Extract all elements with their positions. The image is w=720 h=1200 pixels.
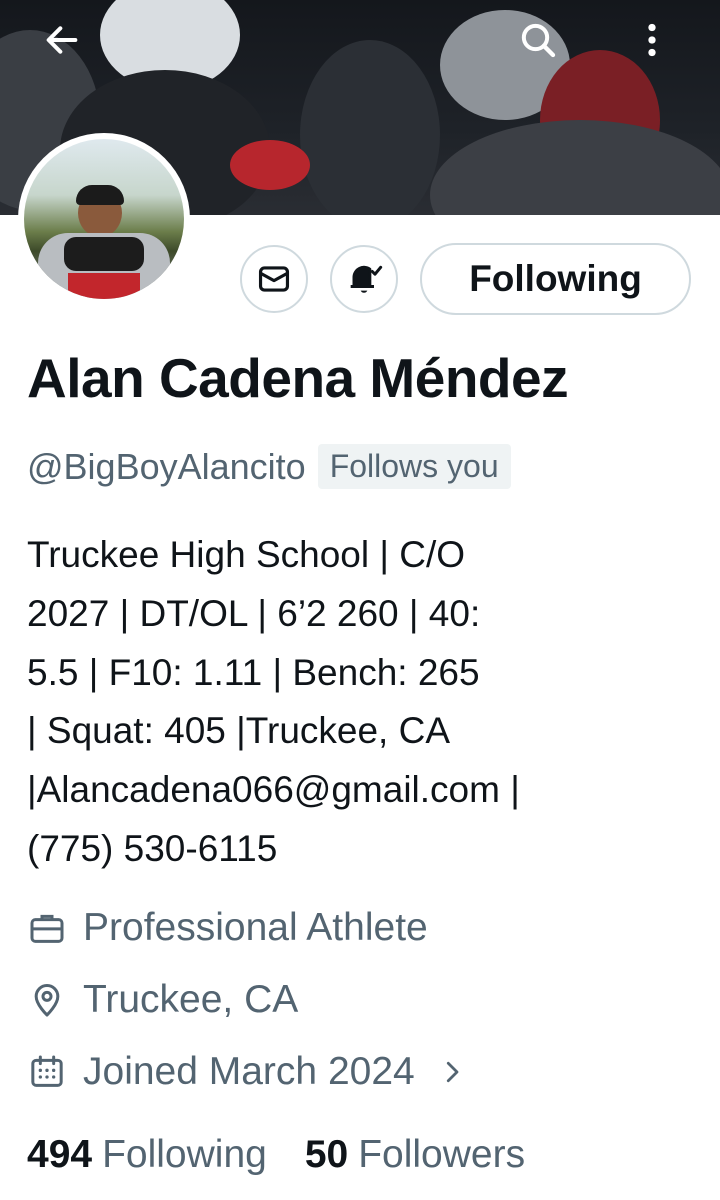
message-button[interactable] xyxy=(240,245,308,313)
back-button[interactable] xyxy=(32,10,92,70)
profession-row[interactable]: Professional Athlete xyxy=(27,906,428,950)
location-row: Truckee, CA xyxy=(27,978,298,1022)
avatar-gloves xyxy=(64,237,144,271)
envelope-icon xyxy=(258,266,290,292)
location-text: Truckee, CA xyxy=(83,978,299,1021)
search-icon xyxy=(521,23,556,58)
follows-you-badge: Follows you xyxy=(317,444,511,489)
joined-text: Joined March 2024 xyxy=(83,1050,415,1093)
joined-row[interactable]: Joined March 2024 xyxy=(27,1050,467,1094)
followers-label: Followers xyxy=(358,1133,526,1176)
avatar-hair xyxy=(76,185,124,205)
location-pin-icon xyxy=(34,984,60,1017)
bell-check-icon xyxy=(350,265,383,293)
profile-avatar[interactable] xyxy=(18,133,190,305)
avatar-photo xyxy=(24,139,184,299)
banner-coach xyxy=(300,40,440,215)
following-button[interactable]: Following xyxy=(420,243,691,315)
follow-stats: 494 Following 50 Followers xyxy=(27,1133,563,1177)
notifications-button[interactable] xyxy=(330,245,398,313)
arrow-left-icon xyxy=(46,26,78,54)
banner-shoulder xyxy=(430,120,720,215)
handle-row: @BigBoyAlancito Follows you xyxy=(27,444,511,489)
more-vertical-icon xyxy=(648,23,656,57)
search-button[interactable] xyxy=(508,10,568,70)
user-handle: @BigBoyAlancito xyxy=(27,445,306,487)
profile-bio: Truckee High School | C/O 2027 | DT/OL |… xyxy=(27,534,520,869)
chevron-right-icon xyxy=(446,1061,459,1083)
display-name: Alan Cadena Méndez xyxy=(27,347,569,409)
following-label: Following xyxy=(102,1133,267,1176)
followers-stat[interactable]: 50 Followers xyxy=(305,1133,525,1177)
avatar-jersey-number xyxy=(68,273,140,299)
followers-count: 50 xyxy=(304,1133,349,1176)
calendar-icon xyxy=(31,1055,63,1087)
briefcase-icon xyxy=(30,914,64,943)
following-count: 494 xyxy=(27,1133,93,1176)
banner-accent xyxy=(230,140,310,190)
more-button[interactable] xyxy=(622,10,682,70)
following-stat[interactable]: 494 Following xyxy=(27,1133,267,1177)
profession-text: Professional Athlete xyxy=(83,906,428,949)
